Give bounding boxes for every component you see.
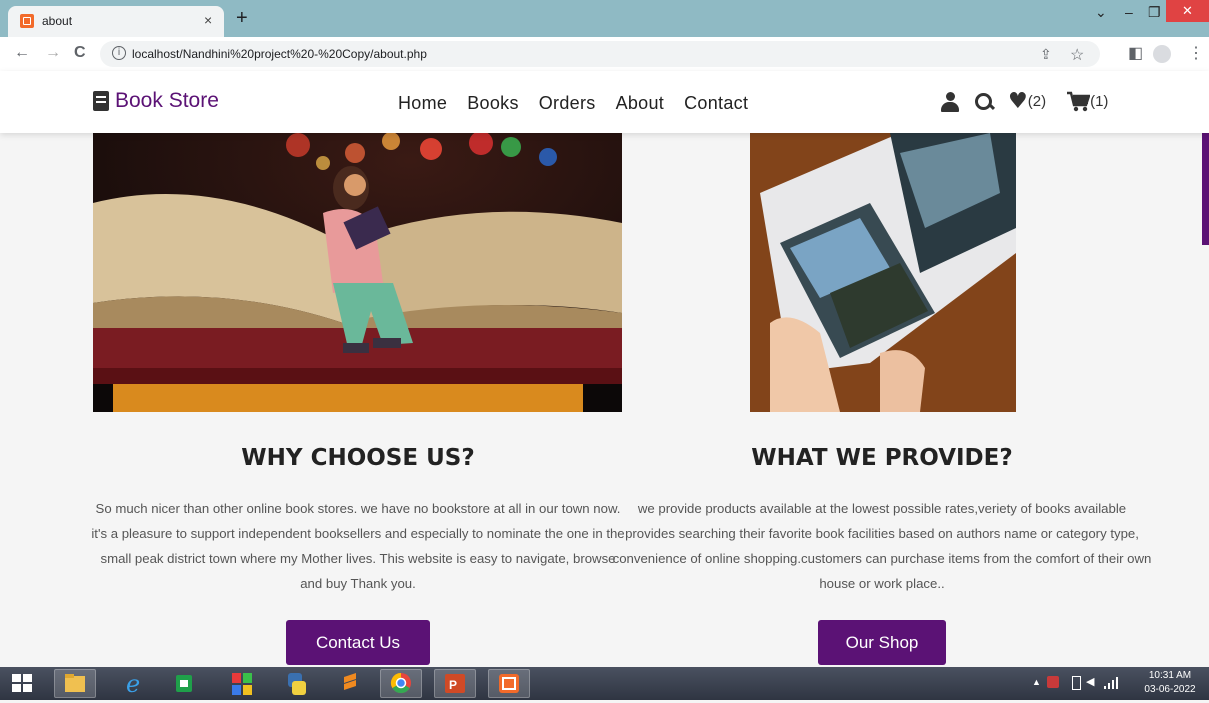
url-text: localhost/Nandhini%20project%20-%20Copy/…: [132, 47, 427, 61]
contact-us-button[interactable]: Contact Us: [286, 620, 430, 665]
nav-about[interactable]: About: [616, 93, 665, 114]
back-icon[interactable]: ←: [14, 44, 30, 62]
new-tab-button[interactable]: +: [236, 7, 248, 30]
reload-icon[interactable]: C: [74, 44, 86, 62]
wishlist-count: (2): [1027, 93, 1047, 110]
tab-search-icon[interactable]: ⌄: [1095, 4, 1107, 21]
site-logo[interactable]: Book Store: [93, 89, 219, 113]
app-tiles-icon[interactable]: [222, 669, 264, 698]
sublime-text-icon[interactable]: [330, 669, 372, 698]
logo-text: Book Store: [115, 89, 219, 112]
volume-icon[interactable]: ◀︎: [1086, 675, 1094, 688]
wishlist-link[interactable]: ♥ (2): [1008, 89, 1046, 114]
clock-date[interactable]: 03-06-2022: [1140, 684, 1200, 695]
url-field[interactable]: i localhost/Nandhini%20project%20-%20Cop…: [100, 41, 1100, 67]
tray-flag-icon[interactable]: [1047, 676, 1059, 688]
what-we-provide-heading: WHAT WE PROVIDE?: [751, 445, 1013, 471]
bookmark-star-icon[interactable]: ☆: [1070, 45, 1084, 65]
cart-icon: [1067, 91, 1091, 111]
close-window-button[interactable]: ✕: [1166, 0, 1209, 22]
xampp-icon[interactable]: [488, 669, 530, 698]
network-signal-icon[interactable]: [1104, 676, 1118, 689]
store-icon[interactable]: [164, 669, 206, 698]
forward-icon[interactable]: →: [45, 44, 61, 62]
powerpoint-icon[interactable]: P: [434, 669, 476, 698]
side-panel-icon[interactable]: ◧: [1128, 43, 1143, 63]
book-icon: [93, 91, 109, 111]
nav-home[interactable]: Home: [398, 93, 447, 114]
browser-tab-bar: about × + ⌄ – ❐ ✕: [0, 0, 1209, 37]
heart-icon: ♥: [1008, 89, 1028, 114]
scroll-indicator[interactable]: [1202, 133, 1209, 245]
site-info-icon[interactable]: i: [112, 46, 126, 60]
nav-contact[interactable]: Contact: [684, 93, 748, 114]
svg-text:e: e: [126, 670, 140, 698]
address-bar-row: ← → C i localhost/Nandhini%20project%20-…: [0, 37, 1209, 72]
profile-avatar[interactable]: [1153, 45, 1171, 63]
minimize-button[interactable]: –: [1125, 4, 1133, 20]
tray-chevron-icon[interactable]: ▲: [1032, 677, 1041, 687]
windows-start-icon[interactable]: [12, 674, 32, 692]
file-explorer-icon[interactable]: [54, 669, 96, 698]
internet-explorer-icon[interactable]: e: [114, 669, 156, 698]
main-menu: Home Books Orders About Contact: [398, 93, 748, 114]
search-icon[interactable]: [974, 92, 994, 112]
header-icons: ♥ (2) (1): [940, 89, 1108, 114]
share-icon[interactable]: ⇪: [1040, 46, 1052, 63]
site-header: Book Store Home Books Orders About Conta…: [0, 71, 1209, 133]
tab-about[interactable]: about ×: [8, 6, 224, 37]
restore-button[interactable]: ❐: [1148, 4, 1161, 21]
nav-orders[interactable]: Orders: [539, 93, 596, 114]
clock-time[interactable]: 10:31 AM: [1140, 670, 1200, 681]
tab-title: about: [42, 14, 73, 28]
xampp-favicon-icon: [20, 14, 34, 28]
cart-link[interactable]: (1): [1066, 91, 1108, 113]
battery-icon[interactable]: [1072, 676, 1081, 690]
why-choose-us-text: So much nicer than other online book sto…: [91, 501, 625, 591]
cart-count: (1): [1090, 93, 1109, 110]
svg-text:P: P: [449, 678, 457, 692]
about-image-photobook: [750, 133, 1016, 412]
python-icon[interactable]: [276, 669, 318, 698]
windows-taskbar: e P ▲ ◀︎ 10:31 AM 03-06-2022: [0, 667, 1209, 700]
user-icon[interactable]: [940, 91, 960, 112]
chrome-icon[interactable]: [380, 669, 422, 698]
why-choose-us-heading: WHY CHOOSE US?: [241, 445, 475, 471]
what-we-provide-text: we provide products available at the low…: [612, 501, 1152, 591]
tab-close-icon[interactable]: ×: [204, 12, 212, 28]
our-shop-button[interactable]: Our Shop: [818, 620, 946, 665]
browser-menu-icon[interactable]: ⋮: [1188, 43, 1204, 63]
about-image-reading: [93, 133, 622, 412]
nav-books[interactable]: Books: [467, 93, 519, 114]
